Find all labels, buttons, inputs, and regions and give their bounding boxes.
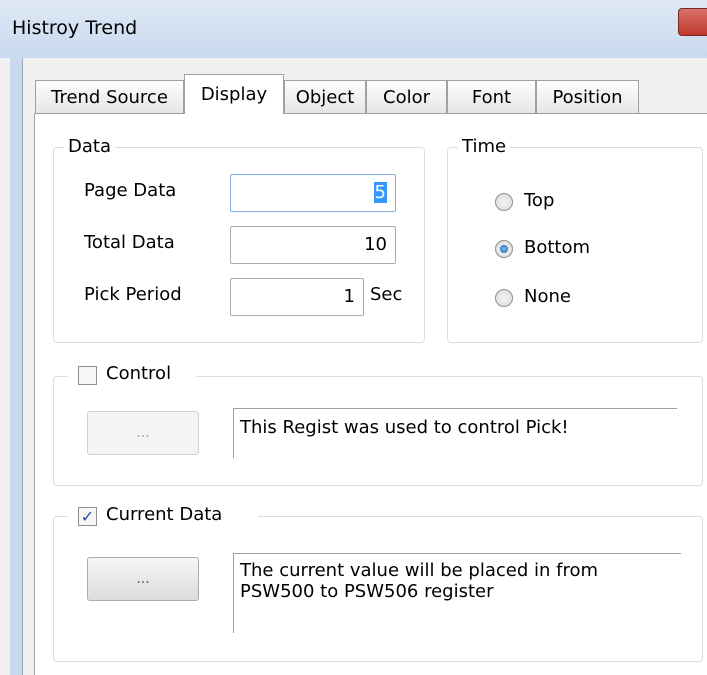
control-description-text: This Regist was used to control Pick! <box>240 417 569 438</box>
tab-font[interactable]: Font <box>447 80 536 113</box>
tab-label: Color <box>383 86 430 108</box>
tab-label: Object <box>295 86 355 108</box>
control-label: Control <box>106 363 172 384</box>
window-title: Histroy Trend <box>12 17 138 39</box>
tab-label: Position <box>552 86 623 108</box>
window-frame <box>10 58 23 675</box>
current-data-description-line2: PSW500 to PSW506 register <box>240 581 494 602</box>
current-data-browse-label: ... <box>136 571 150 587</box>
tab-position[interactable]: Position <box>536 80 639 113</box>
data-group-legend: Data <box>64 136 115 157</box>
time-top-label: Top <box>524 190 555 211</box>
tab-label: Trend Source <box>51 86 168 108</box>
time-none-label: None <box>524 286 571 307</box>
tab-color[interactable]: Color <box>366 80 447 113</box>
time-group-legend: Time <box>458 136 511 157</box>
title-bar: Histroy Trend <box>0 0 707 58</box>
current-data-browse-button[interactable]: ... <box>87 557 199 601</box>
total-data-label: Total Data <box>84 232 175 253</box>
current-data-checkbox[interactable]: ✓ <box>78 507 97 526</box>
pick-period-value: 1 <box>343 286 355 307</box>
pick-period-field[interactable]: 1 <box>230 278 364 316</box>
pick-period-label: Pick Period <box>84 284 182 305</box>
tab-label: Display <box>200 84 268 105</box>
current-data-description: The current value will be placed in from… <box>233 553 681 633</box>
total-data-field[interactable]: 10 <box>230 226 396 264</box>
tab-trend-source[interactable]: Trend Source <box>35 80 184 113</box>
page-data-value: 5 <box>373 182 387 203</box>
time-bottom-label: Bottom <box>524 237 591 258</box>
total-data-value: 10 <box>364 234 387 255</box>
close-button[interactable] <box>678 8 707 36</box>
page-data-field[interactable]: 5 <box>230 174 396 212</box>
current-data-label: Current Data <box>106 504 223 525</box>
control-description: This Regist was used to control Pick! <box>233 408 677 458</box>
page-data-label: Page Data <box>84 180 177 201</box>
control-checkbox[interactable] <box>78 366 97 385</box>
pick-period-unit: Sec <box>370 284 403 305</box>
tab-label: Font <box>471 86 512 108</box>
time-bottom-radio[interactable] <box>495 240 513 258</box>
control-browse-button[interactable]: ... <box>87 411 199 455</box>
time-none-radio[interactable] <box>495 289 513 307</box>
tab-object[interactable]: Object <box>284 80 366 113</box>
time-top-radio[interactable] <box>495 193 513 211</box>
current-data-description-line1: The current value will be placed in from <box>240 560 599 581</box>
control-browse-label: ... <box>136 425 150 441</box>
tab-display[interactable]: Display <box>184 74 284 114</box>
